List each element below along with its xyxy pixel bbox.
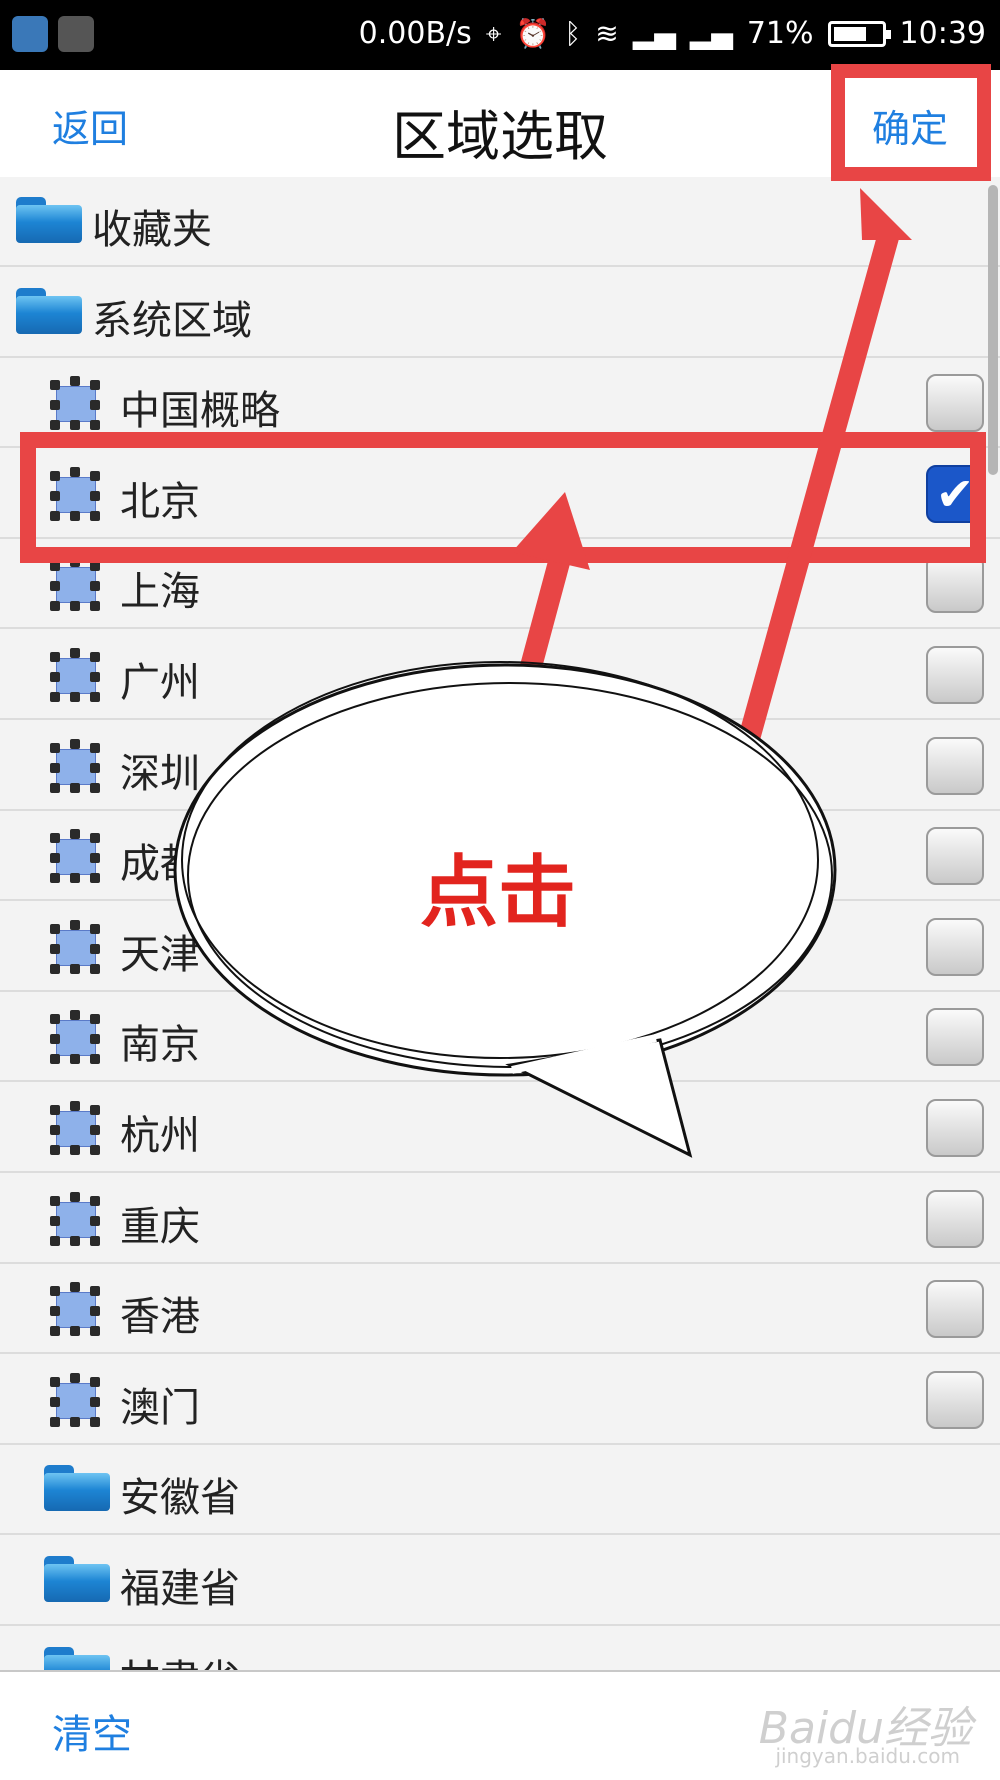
region-icon xyxy=(46,557,104,612)
list-item[interactable]: 广州 xyxy=(0,630,1000,720)
signal-icon: ▂▄ xyxy=(632,17,676,50)
list-item-label: 北京 xyxy=(120,478,200,525)
battery-level xyxy=(833,26,867,41)
list-item-label: 澳门 xyxy=(120,1384,200,1431)
qq-app-icon xyxy=(58,16,94,52)
list-item[interactable]: 北京 ✔ xyxy=(0,448,1000,539)
folder-icon xyxy=(44,1646,110,1670)
list-item[interactable]: 香港 xyxy=(0,1264,1000,1355)
alarm-icon: ⏰ xyxy=(515,17,551,50)
list-item-label: 福建省 xyxy=(120,1566,240,1612)
status-indicators: 0.00B/s ⌖ ⏰ ᛒ ≋ ▂▄ ▂▄ 71% 10:39 xyxy=(359,16,986,51)
list-item-label: 安徽省 xyxy=(120,1475,240,1522)
page-title: 区域选取 xyxy=(392,105,608,168)
list-item[interactable]: 安徽省 xyxy=(0,1445,1000,1536)
region-icon xyxy=(46,1282,104,1337)
region-checkbox[interactable] xyxy=(926,374,984,433)
list-item-label: 杭州 xyxy=(120,1113,200,1159)
list-item[interactable]: 南京 xyxy=(0,992,1000,1083)
list-item-label: 重庆 xyxy=(120,1203,200,1250)
list-item[interactable]: 系统区域 xyxy=(0,267,1000,358)
region-checkbox[interactable] xyxy=(926,1008,984,1067)
wifi-icon: ≋ xyxy=(595,17,619,50)
list-item[interactable]: 中国概略 xyxy=(0,358,1000,449)
list-item-label: 系统区域 xyxy=(92,297,252,344)
scrollbar[interactable] xyxy=(988,185,998,475)
list-item-label: 中国概略 xyxy=(120,388,280,435)
list-item-label: 成都 xyxy=(120,841,200,888)
list-item-label: 天津 xyxy=(120,931,200,978)
folder-icon xyxy=(44,1556,110,1602)
folder-icon xyxy=(44,1465,110,1512)
list-item[interactable]: 甘肃省 xyxy=(0,1626,1000,1670)
region-icon xyxy=(46,1372,104,1427)
list-item-label: 甘肃省 xyxy=(120,1647,240,1670)
list-item[interactable]: 重庆 xyxy=(0,1173,1000,1264)
callout-text: 点击 xyxy=(420,848,577,938)
region-icon xyxy=(46,466,104,521)
region-icon xyxy=(46,919,104,974)
list-item-label: 上海 xyxy=(120,569,200,616)
region-checkbox[interactable] xyxy=(926,736,984,795)
list-item[interactable]: 深圳 xyxy=(0,720,1000,811)
status-bar: 0.00B/s ⌖ ⏰ ᛒ ≋ ▂▄ ▂▄ 71% 10:39 xyxy=(0,0,1000,70)
network-speed: 0.00B/s xyxy=(358,16,472,51)
back-button[interactable]: 返回 xyxy=(52,98,128,153)
region-checkbox[interactable] xyxy=(926,646,984,704)
list-item[interactable]: 澳门 xyxy=(0,1354,1000,1445)
shield-app-icon xyxy=(12,16,48,52)
list-item-label: 收藏夹 xyxy=(92,207,212,253)
region-icon xyxy=(46,1101,104,1155)
folder-icon xyxy=(16,197,82,243)
nav-bar: 返回 区域选取 确定 xyxy=(0,70,1000,179)
region-checkbox[interactable] xyxy=(926,917,984,976)
list-item-label: 香港 xyxy=(120,1294,200,1341)
region-icon xyxy=(46,376,104,431)
list-item-label: 南京 xyxy=(120,1022,200,1069)
clock: 10:39 xyxy=(899,16,986,51)
region-icon xyxy=(46,1010,104,1065)
region-checkbox[interactable] xyxy=(926,827,984,886)
region-checkbox[interactable] xyxy=(926,1370,984,1429)
list-item[interactable]: 福建省 xyxy=(0,1536,1000,1626)
battery-percent: 71% xyxy=(746,16,814,51)
list-item-label: 深圳 xyxy=(120,750,200,797)
region-checkbox[interactable] xyxy=(926,555,984,614)
list-item-label: 广州 xyxy=(120,660,200,706)
list-item[interactable]: 杭州 xyxy=(0,1083,1000,1173)
region-icon xyxy=(46,738,104,793)
region-icon xyxy=(46,648,104,702)
confirm-button[interactable]: 确定 xyxy=(872,98,948,153)
list-item[interactable]: 上海 xyxy=(0,539,1000,630)
clear-button[interactable]: 清空 xyxy=(52,1702,132,1760)
region-icon xyxy=(46,829,104,884)
location-icon: ⌖ xyxy=(485,16,502,50)
signal-icon: ▂▄ xyxy=(689,17,733,50)
list-item[interactable]: 收藏夹 xyxy=(0,177,1000,267)
watermark-url: jingyan.baidu.com xyxy=(775,1744,960,1768)
folder-icon xyxy=(16,287,82,334)
region-checkbox[interactable] xyxy=(926,1280,984,1339)
region-checkbox[interactable] xyxy=(926,1099,984,1157)
region-checkbox[interactable] xyxy=(926,1189,984,1248)
region-checkbox[interactable]: ✔ xyxy=(926,464,984,523)
bottom-bar: 清空 Baidu经验 jingyan.baidu.com xyxy=(0,1670,1000,1780)
battery-icon xyxy=(827,20,891,47)
region-icon xyxy=(46,1191,104,1246)
bluetooth-icon: ᛒ xyxy=(564,17,582,50)
